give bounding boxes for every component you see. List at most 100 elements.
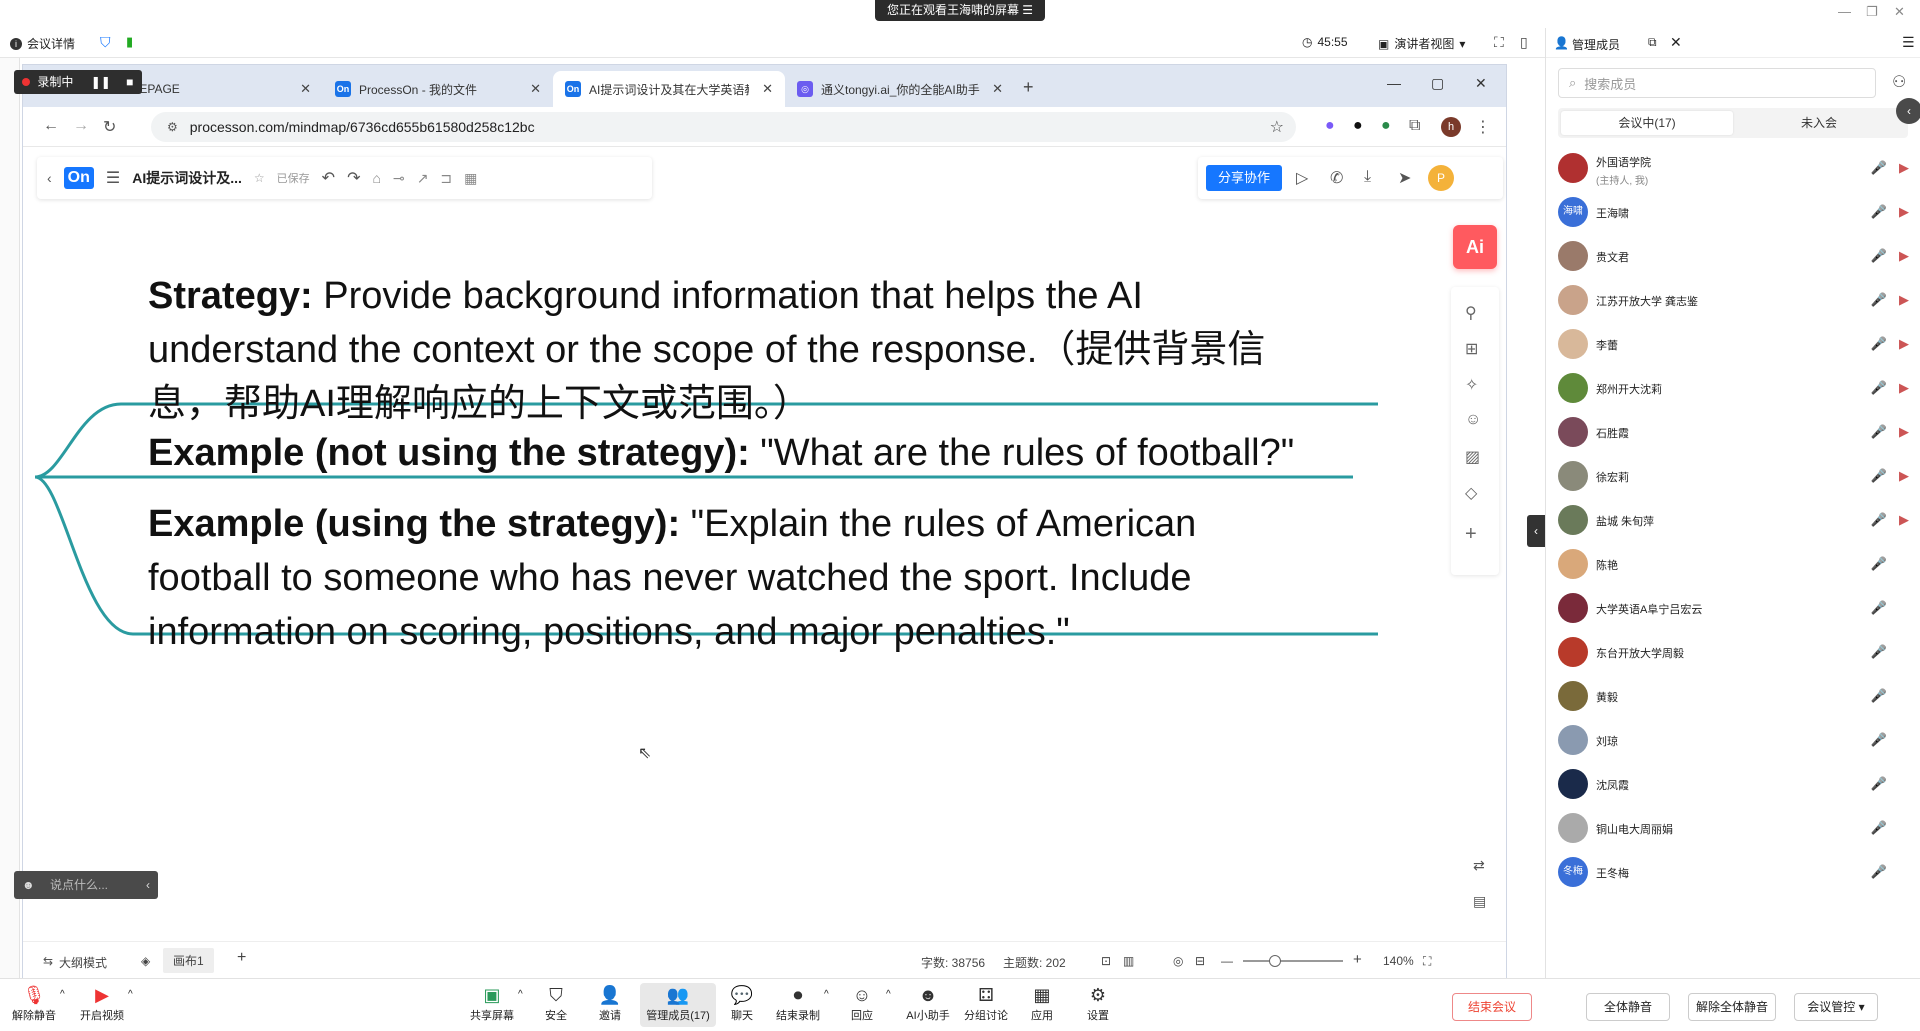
tab-in-meeting[interactable]: 会议中(17) xyxy=(1561,111,1733,135)
member-row[interactable]: 盐城 朱旬萍 🎤 ▶ xyxy=(1546,498,1920,542)
summary-icon[interactable]: ⊐ xyxy=(440,170,452,187)
apps-button[interactable]: ▦ 应用 xyxy=(1012,985,1072,1023)
style-icon[interactable]: ⚲ xyxy=(1465,303,1477,323)
member-row[interactable]: 江苏开放大学 龚志鉴 🎤 ▶ xyxy=(1546,278,1920,322)
fullscreen-icon[interactable]: ⛶ xyxy=(1423,954,1431,969)
member-row[interactable]: 石胜霞 🎤 ▶ xyxy=(1546,410,1920,454)
book-icon[interactable]: ▤ xyxy=(1473,893,1486,910)
extension-brain-icon[interactable]: ● xyxy=(1325,117,1335,135)
menu-icon[interactable]: ☰ xyxy=(106,168,120,188)
manage-members-button[interactable]: 👥 管理成员(17) xyxy=(640,983,716,1027)
emoji-icon[interactable]: ☻ xyxy=(22,871,35,899)
locate-icon[interactable]: ◎ xyxy=(1173,954,1183,968)
user-avatar[interactable]: P xyxy=(1428,165,1454,191)
mic-off-icon[interactable]: 🎤 xyxy=(1871,204,1887,220)
camera-off-icon[interactable]: ▶ xyxy=(1899,248,1909,264)
chat-button[interactable]: 💬 聊天 xyxy=(712,985,772,1023)
zoom-in-icon[interactable]: + xyxy=(1353,951,1362,968)
shield-icon[interactable]: ⛉ xyxy=(100,34,111,51)
add-member-icon[interactable]: ⚇ xyxy=(1892,72,1906,92)
chevron-up-icon[interactable]: ^ xyxy=(824,989,829,1000)
outline-icon[interactable]: ⇆ xyxy=(43,954,53,968)
start-video-button[interactable]: ▶ 开启视频 xyxy=(72,985,132,1023)
mic-off-icon[interactable]: 🎤 xyxy=(1871,468,1887,484)
meeting-control-button[interactable]: 会议管控 ▾ xyxy=(1794,993,1878,1021)
breakout-button[interactable]: ⚃ 分组讨论 xyxy=(956,985,1016,1023)
mic-off-icon[interactable]: 🎤 xyxy=(1871,864,1887,880)
fullscreen-icon[interactable]: ⛶ xyxy=(1494,34,1504,51)
mic-off-icon[interactable]: 🎤 xyxy=(1871,160,1887,176)
member-row[interactable]: 沈凤霞 🎤 xyxy=(1546,762,1920,806)
member-row[interactable]: 东台开放大学周毅 🎤 xyxy=(1546,630,1920,674)
mic-off-icon[interactable]: 🎤 xyxy=(1871,688,1887,704)
mic-off-icon[interactable]: 🎤 xyxy=(1871,292,1887,308)
unmute-button[interactable]: 🎙 解除静音 xyxy=(4,985,64,1023)
redo-icon[interactable]: ↷ xyxy=(347,168,360,188)
camera-off-icon[interactable]: ▶ xyxy=(1899,380,1909,396)
new-tab-icon[interactable]: + xyxy=(1023,77,1034,98)
ai-assistant-button[interactable]: Ai xyxy=(1453,225,1497,269)
mindmap-canvas[interactable]: Strategy: Provide background information… xyxy=(23,199,1506,939)
chevron-up-icon[interactable]: ^ xyxy=(886,989,891,1000)
meeting-info[interactable]: i 会议详情 xyxy=(10,35,75,52)
zoom-slider[interactable] xyxy=(1243,955,1343,967)
connector-icon[interactable]: ⊸ xyxy=(393,170,405,187)
map-icon[interactable]: ⊟ xyxy=(1195,954,1205,968)
member-row[interactable]: 刘琼 🎤 xyxy=(1546,718,1920,762)
close-icon[interactable]: ✕ xyxy=(992,81,1003,97)
document-title[interactable]: AI提示词设计及... xyxy=(132,168,242,188)
chevron-up-icon[interactable]: ^ xyxy=(518,989,523,1000)
member-row[interactable]: 徐宏莉 🎤 ▶ xyxy=(1546,454,1920,498)
invite-button[interactable]: 👤 邀请 xyxy=(580,985,640,1023)
chat-input[interactable]: ☻ 说点什么... ‹ xyxy=(14,871,158,899)
restore-icon[interactable]: ❐ xyxy=(1866,4,1878,20)
tab-not-joined[interactable]: 未入会 xyxy=(1733,111,1905,135)
undo-icon[interactable]: ↶ xyxy=(322,168,335,188)
signal-icon[interactable]: ▮ xyxy=(126,34,133,50)
tab-tongyi[interactable]: ◎ 通义tongyi.ai_你的全能AI助手 ✕ xyxy=(785,71,1015,107)
node-example-using[interactable]: Example (using the strategy): "Explain t… xyxy=(148,497,1196,659)
chevron-left-icon[interactable]: ‹ xyxy=(146,871,150,899)
mic-off-icon[interactable]: 🎤 xyxy=(1871,556,1887,572)
mic-off-icon[interactable]: 🎤 xyxy=(1871,380,1887,396)
reaction-button[interactable]: ☺ 回应 xyxy=(832,985,892,1023)
mic-off-icon[interactable]: 🎤 xyxy=(1871,820,1887,836)
camera-off-icon[interactable]: ▶ xyxy=(1899,512,1909,528)
stop-icon[interactable]: ■ xyxy=(126,75,133,89)
mute-all-button[interactable]: 全体静音 xyxy=(1586,993,1670,1021)
back-chevron-icon[interactable]: ‹ xyxy=(47,170,52,186)
url-field[interactable]: ⚙ processon.com/mindmap/6736cd655b61580d… xyxy=(151,112,1296,142)
present-icon[interactable]: ▷ xyxy=(1296,168,1308,188)
download-icon[interactable]: ⤓ xyxy=(1364,168,1371,186)
structure-icon[interactable]: ⊞ xyxy=(1465,339,1478,359)
back-icon[interactable]: ← xyxy=(43,117,59,135)
pause-icon[interactable]: ❚❚ xyxy=(91,75,111,89)
zoom-out-icon[interactable]: — xyxy=(1221,954,1233,968)
end-recording-button[interactable]: ⏺ 结束录制 xyxy=(768,985,828,1023)
minimize-icon[interactable]: — xyxy=(1387,75,1401,91)
collapse-chevron-icon[interactable]: ‹ xyxy=(1896,98,1920,124)
close-icon[interactable]: ✕ xyxy=(300,81,311,97)
tab-ai-prompt-doc[interactable]: On AI提示词设计及其在大学英语教 ✕ xyxy=(553,71,785,107)
star-icon[interactable]: ☆ xyxy=(254,171,265,185)
layers-icon[interactable]: ◈ xyxy=(141,954,150,968)
chevron-up-icon[interactable]: ^ xyxy=(128,989,133,1000)
frame-icon[interactable]: ▦ xyxy=(464,170,477,187)
member-row[interactable]: 铜山电大周丽娟 🎤 xyxy=(1546,806,1920,850)
member-row[interactable]: 外国语学院 (主持人, 我) 🎤 ▶ xyxy=(1546,146,1920,190)
end-meeting-button[interactable]: 结束会议 xyxy=(1452,993,1532,1021)
fit-icon[interactable]: ⊡ xyxy=(1101,954,1111,968)
layout-icon[interactable]: ▥ xyxy=(1123,954,1134,968)
maximize-icon[interactable]: ▢ xyxy=(1431,75,1444,92)
member-row[interactable]: 陈艳 🎤 xyxy=(1546,542,1920,586)
sidebar-toggle-icon[interactable]: ▯ xyxy=(1520,34,1528,51)
ai-assistant-button[interactable]: ☻ AI小助手 xyxy=(898,985,958,1023)
member-row[interactable]: 李蕾 🎤 ▶ xyxy=(1546,322,1920,366)
mic-off-icon[interactable]: 🎤 xyxy=(1871,336,1887,352)
emoji-icon[interactable]: ☺ xyxy=(1465,411,1481,429)
forward-icon[interactable]: → xyxy=(73,117,89,135)
minimize-icon[interactable]: — xyxy=(1838,4,1851,19)
mic-off-icon[interactable]: 🎤 xyxy=(1871,600,1887,616)
magic-icon[interactable]: ✧ xyxy=(1465,375,1478,395)
tag-icon[interactable]: ◇ xyxy=(1465,483,1477,503)
